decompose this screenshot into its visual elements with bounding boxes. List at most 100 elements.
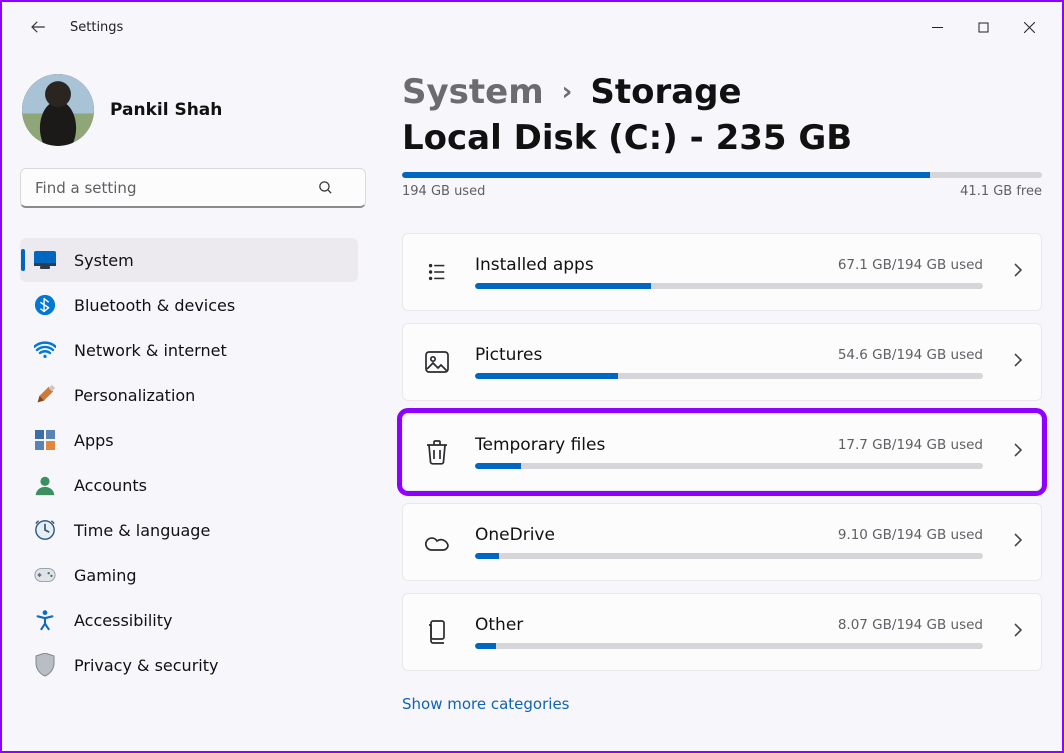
sidebar-item-network[interactable]: Network & internet [20,328,358,372]
sidebar-item-label: Network & internet [74,341,227,360]
category-title: OneDrive [475,525,555,545]
chevron-right-icon [1013,442,1023,462]
apps-icon [34,429,56,451]
category-fill [475,643,496,649]
accessibility-icon [34,609,56,631]
breadcrumb-parent[interactable]: System [402,72,544,112]
system-icon [34,249,56,271]
show-more-link[interactable]: Show more categories [402,695,570,713]
chevron-right-icon [1013,622,1023,642]
chevron-right-icon [1013,352,1023,372]
sidebar-item-accessibility[interactable]: Accessibility [20,598,358,642]
category-fill [475,283,651,289]
category-title: Temporary files [475,435,605,455]
category-title: Other [475,615,523,635]
disk-title: Local Disk (C:) - 235 GB [402,118,1044,158]
category-card[interactable]: Pictures 54.6 GB/194 GB used [402,323,1042,401]
sidebar-item-label: Privacy & security [74,656,218,675]
bluetooth-icon [34,294,56,316]
gaming-icon [34,564,56,586]
window-controls [914,12,1052,42]
overall-free-label: 41.1 GB free [960,184,1042,199]
overall-used-label: 194 GB used [402,184,485,199]
titlebar: Settings [2,2,1062,52]
chevron-right-icon [1013,262,1023,282]
category-body: Installed apps 67.1 GB/194 GB used [475,255,983,289]
category-bar [475,553,983,559]
category-bar [475,283,983,289]
category-bar [475,373,983,379]
nav: System Bluetooth & devices Network & inter… [20,238,358,687]
category-body: OneDrive 9.10 GB/194 GB used [475,525,983,559]
minimize-icon [932,22,943,33]
close-icon [1024,22,1035,33]
time-icon [34,519,56,541]
category-icon [419,261,455,283]
sidebar-item-personalization[interactable]: Personalization [20,373,358,417]
accounts-icon [34,474,56,496]
category-card[interactable]: OneDrive 9.10 GB/194 GB used [402,503,1042,581]
category-bar [475,643,983,649]
sidebar-item-label: Time & language [74,521,210,540]
sidebar-item-privacy[interactable]: Privacy & security [20,643,358,687]
sidebar-item-label: System [74,251,134,270]
personalization-icon [34,384,56,406]
category-bar [475,463,983,469]
user-profile[interactable]: Pankil Shah [22,74,358,146]
arrow-left-icon [29,18,47,36]
category-icon [419,532,455,552]
sidebar-item-label: Accounts [74,476,147,495]
maximize-button[interactable] [960,12,1006,42]
category-fill [475,463,521,469]
category-body: Temporary files 17.7 GB/194 GB used [475,435,983,469]
sidebar-item-bluetooth[interactable]: Bluetooth & devices [20,283,358,327]
category-card[interactable]: Temporary files 17.7 GB/194 GB used [402,413,1042,491]
search-input[interactable] [20,168,366,208]
category-usage: 54.6 GB/194 GB used [838,347,983,363]
category-icon [419,439,455,465]
category-list: Installed apps 67.1 GB/194 GB used Picture… [402,233,1044,671]
sidebar-item-label: Personalization [74,386,195,405]
chevron-right-icon: › [562,77,573,107]
back-button[interactable] [24,13,52,41]
search-icon [317,179,334,200]
close-button[interactable] [1006,12,1052,42]
sidebar-item-gaming[interactable]: Gaming [20,553,358,597]
overall-usage-bar [402,172,1042,178]
minimize-button[interactable] [914,12,960,42]
sidebar-item-accounts[interactable]: Accounts [20,463,358,507]
sidebar-item-label: Gaming [74,566,137,585]
category-card[interactable]: Other 8.07 GB/194 GB used [402,593,1042,671]
user-name: Pankil Shah [110,100,222,120]
category-usage: 9.10 GB/194 GB used [838,527,983,543]
category-usage: 17.7 GB/194 GB used [838,437,983,453]
category-usage: 8.07 GB/194 GB used [838,617,983,633]
search-field [20,168,358,208]
chevron-right-icon [1013,532,1023,552]
window-title: Settings [70,20,123,35]
category-fill [475,553,499,559]
sidebar-item-label: Accessibility [74,611,172,630]
breadcrumb: System › Storage [402,72,1044,112]
overall-usage-fill [402,172,930,178]
category-title: Installed apps [475,255,594,275]
sidebar: Pankil Shah System Bluetooth & devices Net… [2,52,372,751]
sidebar-item-apps[interactable]: Apps [20,418,358,462]
sidebar-item-label: Bluetooth & devices [74,296,235,315]
main: System › Storage Local Disk (C:) - 235 G… [372,52,1062,751]
category-title: Pictures [475,345,542,365]
category-card[interactable]: Installed apps 67.1 GB/194 GB used [402,233,1042,311]
category-usage: 67.1 GB/194 GB used [838,257,983,273]
avatar [22,74,94,146]
maximize-icon [978,22,989,33]
category-body: Other 8.07 GB/194 GB used [475,615,983,649]
sidebar-item-label: Apps [74,431,114,450]
breadcrumb-current: Storage [590,72,741,112]
category-icon [419,351,455,373]
sidebar-item-time[interactable]: Time & language [20,508,358,552]
overall-usage-labels: 194 GB used 41.1 GB free [402,184,1042,199]
sidebar-item-system[interactable]: System [20,238,358,282]
privacy-icon [34,654,56,676]
category-fill [475,373,618,379]
category-body: Pictures 54.6 GB/194 GB used [475,345,983,379]
